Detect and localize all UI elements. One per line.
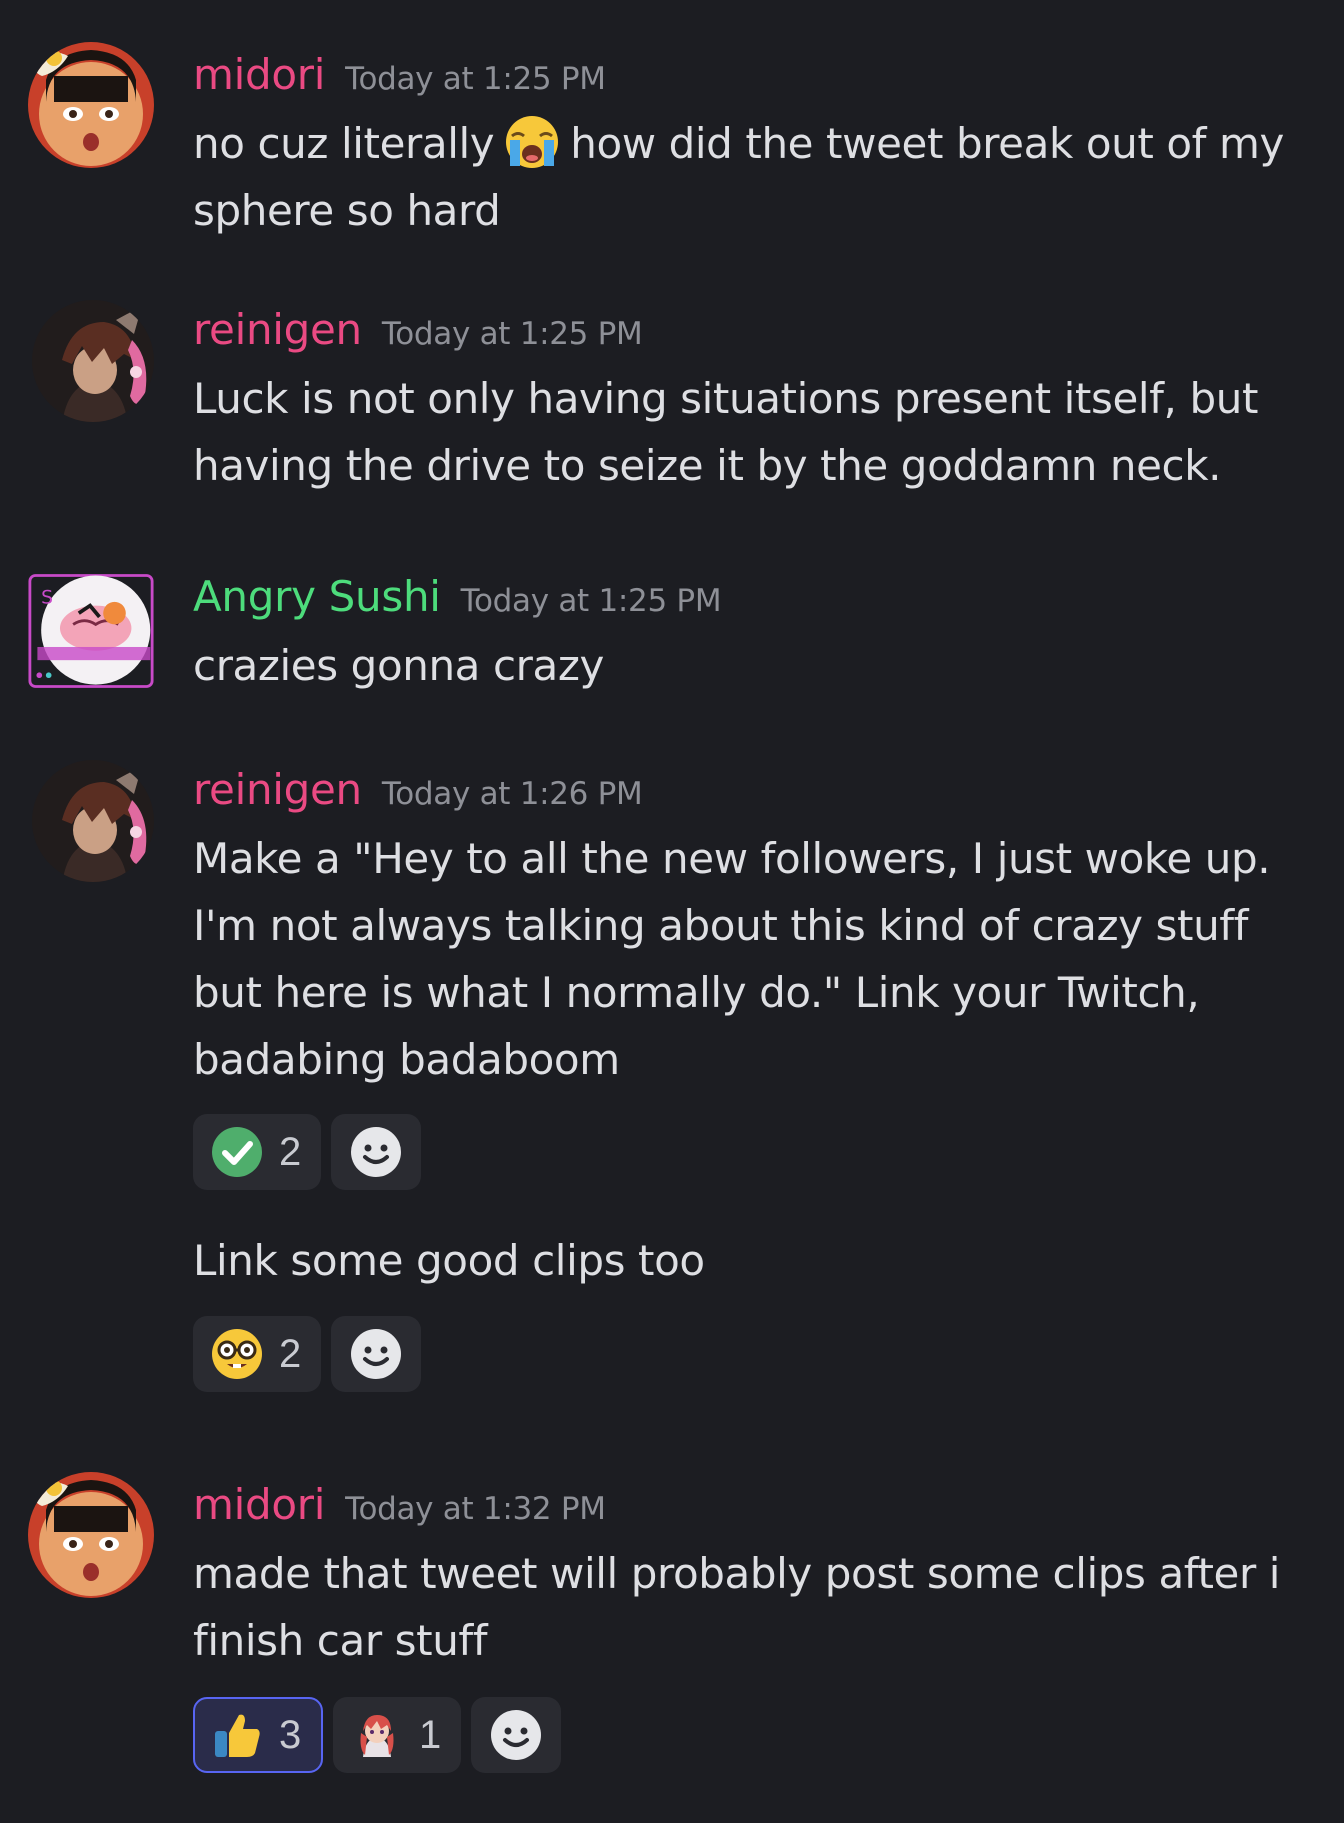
add-reaction-button[interactable] (471, 1697, 562, 1773)
loudly-crying-face-icon[interactable] (500, 114, 564, 170)
timestamp: Today at 1:25 PM (460, 583, 722, 619)
avatar[interactable] (28, 42, 154, 168)
smiley-add-reaction-icon (491, 1710, 542, 1760)
username[interactable]: reinigen (193, 765, 362, 814)
smiley-add-reaction-icon (351, 1329, 402, 1379)
timestamp: Today at 1:32 PM (345, 1491, 606, 1527)
message-text: made that tweet will probably post some … (193, 1549, 1281, 1665)
avatar[interactable] (32, 300, 154, 422)
reaction-button[interactable]: 2 (193, 1316, 322, 1392)
reaction-button[interactable]: 2 (193, 1114, 322, 1190)
timestamp: Today at 1:25 PM (381, 316, 643, 352)
message-text: Link some good clips too (193, 1236, 705, 1285)
username[interactable]: midori (193, 1480, 325, 1529)
thumbs-up-icon (215, 1714, 260, 1757)
message-text: Make a "Hey to all the new followers, I … (193, 834, 1271, 1084)
svg-text:S: S (41, 588, 53, 609)
username[interactable]: Angry Sushi (193, 572, 441, 621)
green-check-icon (212, 1127, 262, 1177)
reaction-button[interactable]: 3 (193, 1697, 323, 1773)
reaction-count: 1 (419, 1712, 442, 1757)
username[interactable]: midori (193, 50, 325, 99)
message-list: midori Today at 1:25 PM no cuz literally … (0, 0, 1344, 1823)
add-reaction-button[interactable] (331, 1114, 422, 1190)
add-reaction-button[interactable] (331, 1316, 422, 1392)
message-text: no cuz literally how did the tweet break… (193, 110, 1313, 244)
avatar[interactable] (28, 1472, 154, 1598)
nerd-face-icon (212, 1329, 262, 1379)
timestamp: Today at 1:26 PM (381, 776, 643, 812)
avatar[interactable] (32, 760, 154, 882)
anime-girl-custom-emoji (360, 1715, 394, 1757)
reaction-button[interactable]: 1 (333, 1697, 462, 1773)
smiley-add-reaction-icon (351, 1127, 402, 1177)
avatar[interactable]: S (28, 568, 162, 694)
reaction-bar: 2 (193, 1114, 422, 1190)
message-text: Luck is not only having situations prese… (193, 374, 1259, 490)
timestamp: Today at 1:25 PM (345, 61, 606, 97)
message-text: crazies gonna crazy (193, 641, 604, 690)
reaction-count: 2 (279, 1129, 302, 1174)
reaction-count: 2 (279, 1331, 302, 1376)
reaction-bar: 2 (193, 1316, 422, 1392)
username[interactable]: reinigen (193, 305, 362, 354)
reaction-count: 3 (279, 1712, 302, 1757)
reaction-bar: 3 1 (193, 1697, 562, 1773)
